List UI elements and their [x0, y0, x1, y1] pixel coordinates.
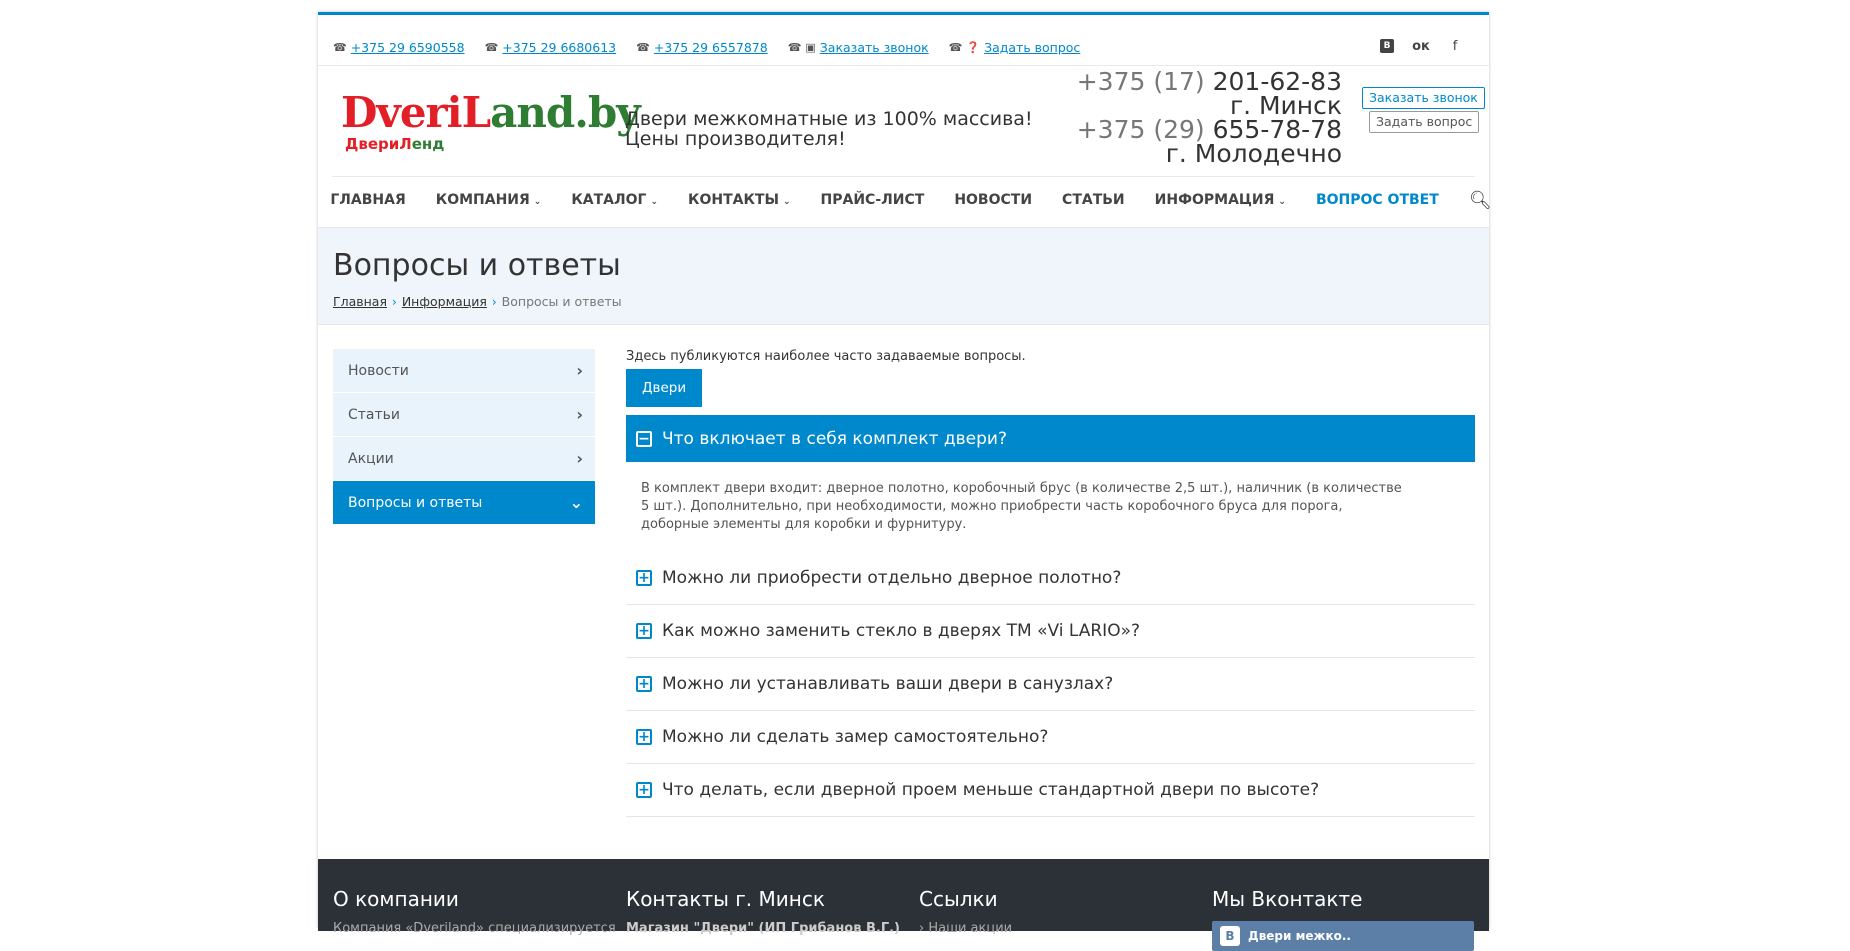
page-container: ☎ +375 29 6590558 ☎ +375 29 6680613 ☎ +375 …: [318, 12, 1492, 951]
chevron-right-icon: ›: [576, 405, 583, 424]
main-nav: ГЛАВНАЯ КОМПАНИЯ ⌄ КАТАЛОГ ⌄ КОНТАКТЫ ⌄ ПРА…: [330, 176, 1492, 223]
faq-answer: В комплект двери входит: дверное полотно…: [641, 481, 1402, 532]
faq-question[interactable]: + Можно ли приобрести отдельно дверное по…: [626, 552, 1475, 605]
chevron-right-icon: ›: [576, 361, 583, 380]
nav-catalog[interactable]: КАТАЛОГ ⌄: [571, 192, 658, 208]
phone-icon: ☎: [484, 41, 499, 54]
plus-square-icon: +: [636, 570, 652, 586]
order-call-button[interactable]: Заказать звонок: [1362, 87, 1485, 109]
footer-contacts: Контакты г. Минск Магазин "Двери" (ИП Гр…: [626, 887, 901, 936]
nav-news[interactable]: НОВОСТИ: [954, 192, 1032, 208]
faq-question[interactable]: + Что делать, если дверной проем меньше с…: [626, 764, 1475, 817]
footer-link-promotions[interactable]: Наши акции: [928, 921, 1012, 936]
site-footer: О компании Компания «Dveriland» специали…: [318, 859, 1489, 951]
phone-icon: ☎: [333, 41, 347, 54]
vk-widget[interactable]: В Двери межко..: [1212, 921, 1474, 951]
footer-about: О компании Компания «Dveriland» специали…: [333, 887, 616, 936]
ask-question-link[interactable]: Задать вопрос: [984, 40, 1080, 55]
nav-pricelist[interactable]: ПРАЙС-ЛИСТ: [821, 192, 925, 208]
faq-intro: Здесь публикуются наиболее часто задавае…: [626, 349, 1026, 364]
nav-contacts[interactable]: КОНТАКТЫ ⌄: [688, 192, 791, 208]
sidebar-item-faq[interactable]: Вопросы и ответы ⌄: [333, 481, 595, 525]
site-header: DveriLand.by ДвериЛенд Двери межкомнатны…: [318, 67, 1489, 172]
phone-link-1[interactable]: +375 29 6590558: [351, 40, 465, 55]
odnoklassniki-social-icon[interactable]: ок: [1406, 31, 1436, 61]
order-call-link[interactable]: Заказать звонок: [820, 40, 929, 55]
chevron-down-icon: ⌄: [650, 197, 659, 207]
chevron-down-icon: ⌄: [1278, 197, 1286, 207]
category-doors-button[interactable]: Двери: [626, 369, 703, 407]
minus-square-icon: −: [636, 430, 652, 447]
nav-articles[interactable]: СТАТЬИ: [1062, 192, 1125, 208]
faq-question[interactable]: + Можно ли устанавливать ваши двери в сан…: [626, 658, 1475, 711]
page-title-bar: Вопросы и ответы Главная › Информация › …: [318, 227, 1489, 325]
sidebar-item-articles[interactable]: Статьи ›: [333, 393, 595, 437]
sidebar: Новости › Статьи › Акции › Вопросы и ответы…: [333, 349, 595, 525]
facebook-social-icon[interactable]: f: [1440, 31, 1470, 61]
nav-company[interactable]: КОМПАНИЯ ⌄: [436, 192, 542, 208]
sidebar-item-promotions[interactable]: Акции ›: [333, 437, 595, 481]
breadcrumb-home[interactable]: Главная: [333, 294, 387, 309]
phone-icon: ☎: [948, 41, 963, 54]
chevron-right-icon: ›: [491, 294, 497, 309]
chevron-right-icon: ›: [919, 921, 929, 936]
plus-square-icon: +: [636, 623, 652, 639]
chevron-right-icon: ›: [392, 294, 397, 309]
breadcrumb-current: Вопросы и ответы: [501, 294, 622, 309]
plus-square-icon: +: [636, 676, 652, 692]
header-phones: +375 (17) 201-62-83 г. Минск +375 (29) 6…: [1076, 67, 1342, 168]
chevron-down-icon: ⌄: [782, 197, 791, 207]
phone-icon: ☎: [787, 41, 802, 54]
faq-question[interactable]: − Что включает в себя комплект двери?: [626, 415, 1475, 462]
page-title: Вопросы и ответы: [333, 248, 621, 283]
footer-vk: Мы Вконтакте: [1212, 887, 1363, 911]
top-bar: ☎ +375 29 6590558 ☎ +375 29 6680613 ☎ +375 …: [318, 15, 1489, 66]
phone-link-2[interactable]: +375 29 6680613: [502, 40, 616, 55]
site-logo[interactable]: DveriLand.by ДвериЛенд: [341, 91, 641, 157]
breadcrumb-information[interactable]: Информация: [402, 294, 487, 309]
search-icon[interactable]: 🔍︎: [1469, 190, 1492, 211]
chevron-right-icon: ›: [576, 449, 583, 468]
top-contacts: ☎ +375 29 6590558 ☎ +375 29 6680613 ☎ +375 …: [333, 40, 1100, 55]
footer-links: Ссылки › Наши акции: [919, 887, 1013, 936]
plus-square-icon: +: [636, 729, 652, 745]
city-molodechno: г. Молодечно: [1165, 139, 1342, 168]
sidebar-item-news[interactable]: Новости ›: [333, 349, 595, 393]
faq-content: Здесь публикуются наиболее часто задавае…: [626, 349, 1475, 817]
phone-square-icon: ▣: [805, 41, 816, 54]
faq-question[interactable]: + Как можно заменить стекло в дверях ТМ «…: [626, 605, 1475, 658]
nav-home[interactable]: ГЛАВНАЯ: [330, 192, 405, 208]
chevron-down-icon: ⌄: [569, 493, 583, 512]
phone-icon: ☎: [636, 41, 650, 54]
nav-information[interactable]: ИНФОРМАЦИЯ ⌄: [1155, 192, 1286, 208]
vk-icon: В: [1220, 926, 1240, 946]
nav-faq[interactable]: ВОПРОС ОТВЕТ: [1316, 192, 1439, 208]
faq-question[interactable]: + Можно ли сделать замер самостоятельно?: [626, 711, 1475, 764]
phone-link-3[interactable]: +375 29 6557878: [654, 40, 768, 55]
breadcrumb: Главная › Информация › Вопросы и ответы: [333, 294, 622, 309]
plus-square-icon: +: [636, 782, 652, 798]
vk-social-icon[interactable]: В: [1372, 31, 1402, 61]
question-circle-icon: ❓: [966, 41, 981, 54]
ask-question-button[interactable]: Задать вопрос: [1369, 111, 1480, 133]
chevron-down-icon: ⌄: [533, 197, 542, 207]
slogan: Двери межкомнатные из 100% массива! Цены…: [625, 108, 1033, 150]
